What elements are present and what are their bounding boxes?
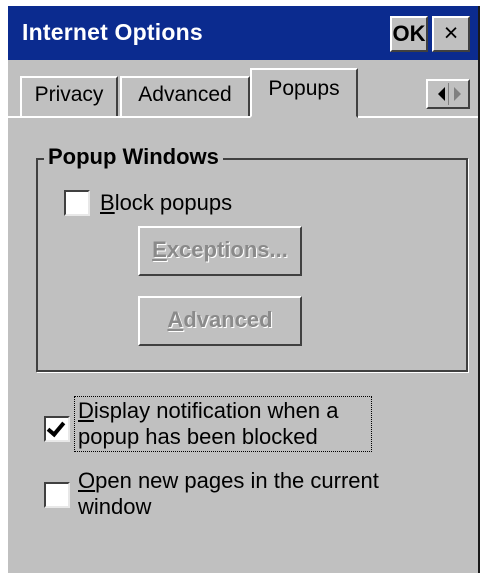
ok-button[interactable]: OK — [390, 16, 428, 52]
arrow-right-icon — [454, 87, 461, 101]
title-bar: Internet Options OK × — [8, 6, 478, 60]
advanced-button[interactable]: Advanced — [138, 296, 302, 346]
window-title: Internet Options — [22, 19, 203, 45]
checkmark-icon — [46, 417, 66, 438]
advanced-text: dvanced — [183, 307, 273, 332]
block-popups-checkbox[interactable] — [64, 190, 90, 216]
tab-baseline — [8, 116, 478, 118]
display-notification-line1: Display notification when a — [78, 398, 338, 424]
open-new-pages-line2: window — [78, 494, 152, 519]
block-popups-label[interactable]: Block popups — [100, 190, 232, 216]
arrow-separator — [448, 83, 449, 105]
exceptions-mnemonic: E — [152, 237, 167, 262]
tab-privacy[interactable]: Privacy — [20, 76, 118, 116]
display-notification-line1-text: isplay notification when a — [93, 398, 339, 423]
display-notification-checkbox[interactable] — [44, 416, 70, 442]
open-new-pages-mnemonic: O — [78, 468, 96, 493]
open-new-pages-label[interactable]: Open new pages in the current window — [78, 468, 379, 520]
block-popups-text: lock popups — [114, 190, 233, 215]
open-new-pages-line1: Open new pages in the current — [78, 468, 379, 494]
exceptions-button[interactable]: Exceptions... — [138, 226, 302, 276]
internet-options-window: Internet Options OK × Privacy Advanced P… — [8, 6, 480, 573]
group-title: Popup Windows — [44, 142, 223, 172]
block-popups-mnemonic: B — [100, 190, 115, 215]
open-new-pages-checkbox[interactable] — [44, 482, 70, 508]
display-notification-mnemonic: D — [78, 398, 94, 423]
display-notification-line2: popup has been blocked — [78, 424, 318, 449]
advanced-mnemonic: A — [167, 307, 184, 332]
tab-popups[interactable]: Popups — [250, 68, 358, 118]
display-notification-label[interactable]: Display notification when a popup has be… — [78, 398, 338, 450]
open-new-pages-line1-text: pen new pages in the current — [95, 468, 379, 493]
tab-advanced[interactable]: Advanced — [120, 76, 250, 116]
close-button[interactable]: × — [432, 16, 470, 52]
arrow-left-icon[interactable] — [438, 87, 445, 101]
tab-scroll-buttons[interactable] — [426, 79, 470, 109]
exceptions-text: xceptions... — [166, 237, 288, 262]
